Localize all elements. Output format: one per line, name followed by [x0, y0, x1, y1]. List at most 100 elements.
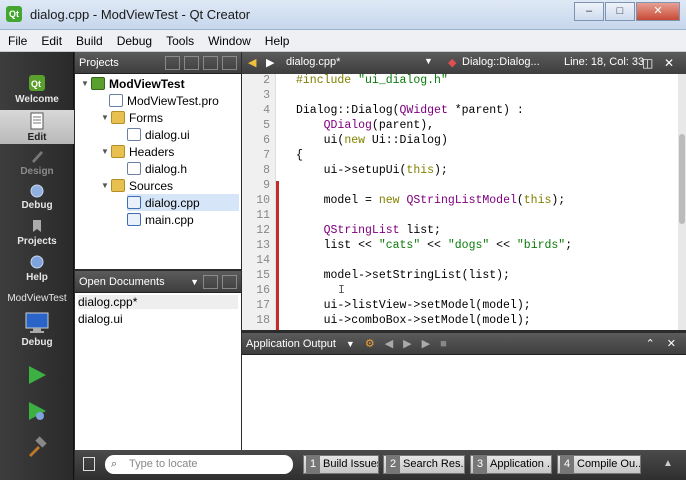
minimize-button[interactable]: –: [574, 2, 604, 21]
close-panel-icon[interactable]: [222, 55, 237, 70]
cpp-file-icon: [127, 213, 141, 226]
mode-edit[interactable]: Edit: [0, 110, 74, 144]
tree-item-main-cpp[interactable]: main.cpp: [127, 211, 194, 228]
line-number: 10: [256, 194, 270, 207]
tab-compile-output[interactable]: 4 Compile Ou...: [557, 455, 641, 474]
menu-file[interactable]: File: [8, 34, 27, 48]
symbol-icon: ◆: [448, 57, 457, 69]
dropdown-arrow-icon[interactable]: ▼: [190, 277, 199, 287]
code-line: 10 model = new QStringListModel(this);: [242, 194, 678, 209]
tab-search-results[interactable]: 2 Search Res...: [383, 455, 465, 474]
line-number: 16: [256, 284, 270, 297]
close-button[interactable]: ✕: [636, 2, 680, 21]
close-panel-icon[interactable]: ✕: [667, 337, 676, 350]
mode-debug[interactable]: Debug: [0, 182, 74, 212]
maximize-button[interactable]: □: [605, 2, 635, 21]
line-number: 8: [263, 164, 270, 177]
tree-item-project[interactable]: ▼ ModViewTest: [81, 75, 185, 92]
menu-window[interactable]: Window: [208, 34, 251, 48]
folder-icon: [111, 145, 125, 158]
menu-bar: File Edit Build Debug Tools Window Help: [0, 30, 686, 52]
editor-scrollbar[interactable]: [678, 74, 686, 330]
locator-input[interactable]: ⌕ Type to locate: [105, 455, 293, 474]
tab-number: 3: [473, 456, 487, 473]
tab-number: 2: [386, 456, 400, 473]
tab-application-output[interactable]: 3 Application ...: [470, 455, 552, 474]
run-button[interactable]: [0, 364, 74, 392]
debug-run-button[interactable]: [0, 400, 74, 428]
attach-icon[interactable]: ⚙: [365, 337, 375, 350]
back-arrow-icon[interactable]: ◀: [248, 56, 256, 69]
stop-icon[interactable]: ■: [440, 338, 447, 350]
ui-file-icon: [127, 128, 141, 141]
line-number: 9: [263, 179, 270, 192]
tree-item-forms[interactable]: ▼ Forms: [101, 109, 163, 126]
code-editor[interactable]: 2 #include "ui_dialog.h" 3 4 Dialog::Dialo…: [242, 74, 678, 330]
kit-selector[interactable]: Debug: [0, 311, 74, 355]
menu-debug[interactable]: Debug: [117, 34, 152, 48]
header-file-icon: [127, 162, 141, 175]
tree-item-dialog-ui[interactable]: dialog.ui: [127, 126, 190, 143]
tab-build-issues[interactable]: 1 Build Issues: [303, 455, 379, 474]
split-icon[interactable]: [203, 274, 218, 289]
menu-edit[interactable]: Edit: [41, 34, 62, 48]
line-number: 14: [256, 254, 270, 267]
expand-arrow-icon[interactable]: ▼: [81, 79, 91, 88]
mode-help[interactable]: Help: [0, 254, 74, 284]
mode-debug-label: Debug: [21, 200, 53, 211]
dropdown-arrow-icon[interactable]: ▼: [424, 56, 433, 66]
tree-item-dialog-h[interactable]: dialog.h: [127, 160, 187, 177]
maximize-panel-icon[interactable]: ⌃: [646, 337, 655, 350]
expand-arrow-icon[interactable]: ▼: [101, 147, 111, 156]
build-button[interactable]: [0, 436, 74, 464]
split-icon[interactable]: ◫: [642, 56, 653, 70]
tree-item-headers[interactable]: ▼ Headers: [101, 143, 174, 160]
dropdown-arrow-icon[interactable]: ▼: [346, 339, 355, 349]
tree-item-label: ModViewTest.pro: [127, 93, 219, 108]
project-icon: [91, 77, 105, 90]
open-document-item[interactable]: dialog.ui: [78, 312, 123, 326]
folder-icon: [111, 111, 125, 124]
mode-design[interactable]: Design: [0, 148, 74, 178]
next-icon[interactable]: ▶: [403, 337, 411, 350]
expand-arrow-icon[interactable]: ▼: [101, 113, 111, 122]
panel-toggle-icon[interactable]: ▲: [663, 458, 673, 469]
symbol-combo[interactable]: Dialog::Dialog...: [462, 56, 540, 68]
application-output-body[interactable]: [242, 355, 686, 450]
open-documents-title: Open Documents: [79, 275, 165, 288]
close-panel-icon[interactable]: [222, 274, 237, 289]
tree-item-sources[interactable]: ▼ Sources: [101, 177, 173, 194]
close-editor-icon[interactable]: ✕: [664, 56, 674, 70]
open-documents-list: dialog.cpp* dialog.ui: [75, 293, 241, 450]
text-cursor-icon: I: [338, 284, 345, 297]
code-text: {: [296, 149, 303, 162]
sync-link-icon[interactable]: [184, 55, 199, 70]
scrollbar-thumb[interactable]: [679, 134, 685, 224]
forward-arrow-icon[interactable]: ▶: [266, 56, 274, 69]
tree-item-label: Headers: [129, 144, 175, 159]
previous-icon[interactable]: ◀: [385, 337, 393, 350]
search-icon: ⌕: [111, 458, 118, 470]
filter-icon[interactable]: [165, 55, 180, 70]
expand-arrow-icon[interactable]: ▼: [101, 181, 111, 190]
menu-build[interactable]: Build: [76, 34, 103, 48]
rerun-play-icon[interactable]: ▶: [422, 337, 430, 350]
menu-help[interactable]: Help: [265, 34, 290, 48]
open-document-item[interactable]: dialog.cpp*: [78, 295, 238, 309]
tab-label: Application ...: [490, 458, 552, 470]
toggle-sidebar-icon[interactable]: [83, 457, 95, 471]
split-icon[interactable]: [203, 55, 218, 70]
code-text: ui->setupUi(this);: [296, 164, 448, 177]
current-file-combo[interactable]: dialog.cpp*: [286, 56, 340, 68]
menu-tools[interactable]: Tools: [166, 34, 194, 48]
tree-item-dialog-cpp[interactable]: dialog.cpp: [127, 194, 239, 211]
mode-projects[interactable]: Projects: [0, 218, 74, 248]
cursor-position[interactable]: Line: 18, Col: 33: [564, 56, 644, 68]
tree-item-pro-file[interactable]: ModViewTest.pro: [109, 92, 219, 109]
mode-welcome[interactable]: Qt Welcome: [0, 74, 74, 108]
code-line: 15 model->setStringList(list);: [242, 269, 678, 284]
debug-run-icon: [29, 402, 46, 420]
status-bar: ⌕ Type to locate 1 Build Issues 2 Search R…: [75, 450, 686, 480]
code-text: #include "ui_dialog.h": [296, 74, 448, 87]
code-line: 7{: [242, 149, 678, 164]
